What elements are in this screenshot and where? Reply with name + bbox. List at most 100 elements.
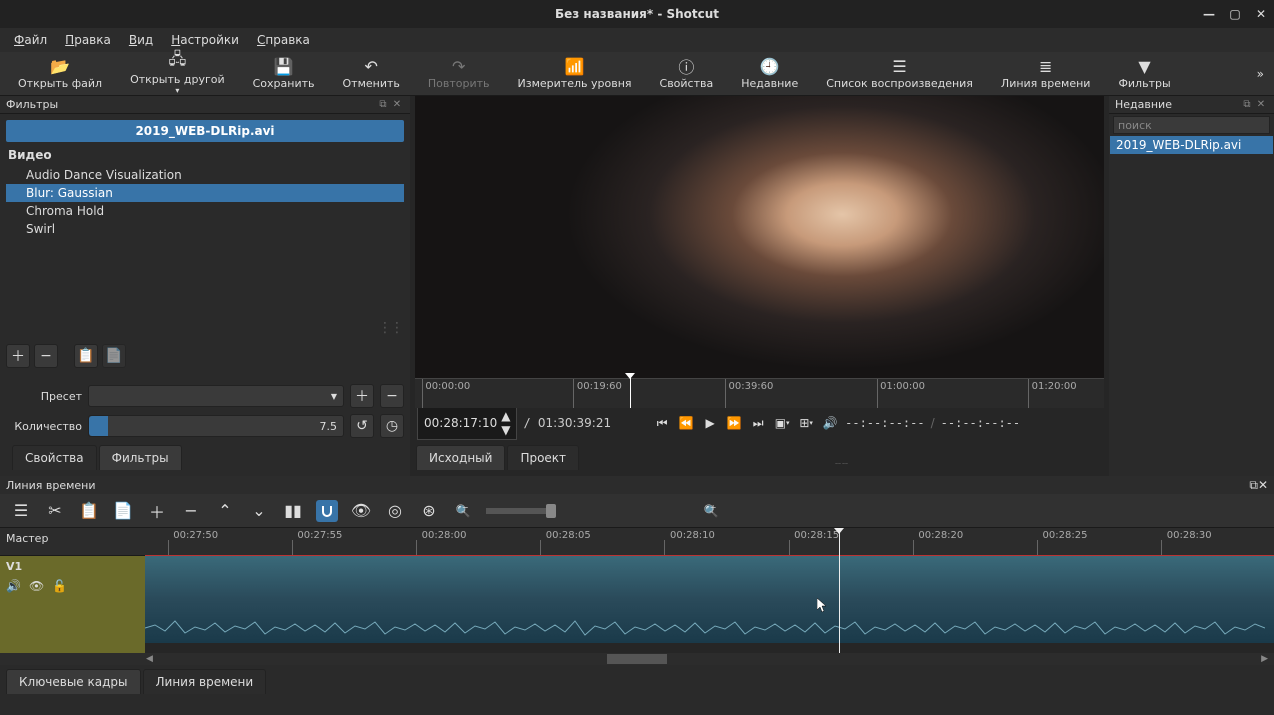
save-button[interactable]: 💾Сохранить [239,54,329,94]
scrub-button[interactable]: 👁 [350,500,372,522]
filter-item[interactable]: Audio Dance Visualization [6,166,404,184]
recent-search-input[interactable]: поиск [1113,116,1270,134]
menu-settings[interactable]: Настройки [163,30,247,50]
timeline-clip[interactable] [145,556,1274,643]
menu-view[interactable]: Вид [121,30,161,50]
timeline-tracks[interactable]: 00:27:50 00:27:55 00:28:00 00:28:05 00:2… [145,528,1274,653]
tab-keyframes[interactable]: Ключевые кадры [6,669,141,694]
amount-slider[interactable]: 7.5 [88,415,344,437]
timeline-scrollbar[interactable]: ◀ ▶ [0,653,1274,665]
drag-handle-icon[interactable]: ┄┄ [581,459,1103,470]
open-other-button[interactable]: 🖧Открыть другой▾ [116,54,239,94]
filters-panel-title: Фильтры [6,98,376,111]
master-track-header[interactable]: Мастер [0,528,145,556]
timeline-button[interactable]: ≣Линия времени [987,54,1105,94]
mute-icon[interactable]: 🔊 [6,579,21,593]
tab-properties[interactable]: Свойства [12,445,97,470]
ripple-all-button[interactable]: ⊛ [418,500,440,522]
save-preset-button[interactable]: ＋ [350,384,374,408]
remove-button[interactable]: − [180,500,202,522]
add-filter-button[interactable]: ＋ [6,344,30,368]
properties-button[interactable]: ⓘСвойства [646,54,728,94]
zoom-slider[interactable] [486,508,556,514]
undock-icon[interactable]: ⧉ [1240,98,1254,112]
delete-preset-button[interactable]: − [380,384,404,408]
close-button[interactable]: ✕ [1252,5,1270,23]
tc-down-icon[interactable]: ▼ [501,423,510,437]
tab-filters[interactable]: Фильтры [99,445,182,470]
maximize-button[interactable]: ▢ [1226,5,1244,23]
menu-help[interactable]: Справка [249,30,318,50]
track-header-v1[interactable]: V1 🔊 👁 🔓 [0,556,145,653]
scroll-left-icon[interactable]: ◀ [146,654,153,664]
reset-amount-button[interactable]: ↺ [350,414,374,438]
remove-filter-button[interactable]: − [34,344,58,368]
timeline-ruler[interactable]: 00:27:50 00:27:55 00:28:00 00:28:05 00:2… [145,528,1274,556]
menu-file[interactable]: Файл [6,30,55,50]
close-panel-icon[interactable]: ✕ [390,98,404,112]
zoom-handle[interactable] [546,504,556,518]
paste-filter-button[interactable]: 📄 [102,344,126,368]
scroll-right-icon[interactable]: ▶ [1261,654,1268,664]
undo-button[interactable]: ↶Отменить [329,54,414,94]
lock-icon[interactable]: 🔓 [52,579,67,593]
tc-up-icon[interactable]: ▲ [501,409,510,423]
current-timecode[interactable]: 00:28:17:10▲▼ [417,406,517,440]
snap-button[interactable] [316,500,338,522]
outpoint-display: --:--:--:-- [941,416,1020,430]
skip-start-button[interactable]: ⏮ [653,414,671,432]
paste-button[interactable]: 📄 [112,500,134,522]
zoom-in-button[interactable]: 🔍+ [700,500,722,522]
zoom-menu-button[interactable]: ▣▾ [773,414,791,432]
cut-button[interactable]: ✂ [44,500,66,522]
undock-icon[interactable]: ⧉ [1249,478,1258,493]
timeline-menu-button[interactable]: ☰ [10,500,32,522]
zoom-out-button[interactable]: 🔍− [452,500,474,522]
toolbar-overflow[interactable]: » [1251,67,1270,81]
volume-button[interactable]: 🔊 [821,414,839,432]
filter-item[interactable]: Blur: Gaussian [6,184,404,202]
close-panel-icon[interactable]: ✕ [1254,98,1268,112]
skip-end-button[interactable]: ⏭ [749,414,767,432]
open-file-button[interactable]: 📂Открыть файл [4,54,116,94]
playlist-button[interactable]: ☰Список воспроизведения [812,54,987,94]
undock-icon[interactable]: ⧉ [376,98,390,112]
recent-panel-header: Недавние ⧉ ✕ [1109,96,1274,114]
titlebar: Без названия* - Shotcut — ▢ ✕ [0,0,1274,28]
recent-item[interactable]: 2019_WEB-DLRip.avi [1110,136,1273,154]
filter-item[interactable]: Swirl [6,220,404,238]
filter-item[interactable]: Chroma Hold [6,202,404,220]
scroll-thumb[interactable] [607,654,667,664]
ripple-button[interactable]: ◎ [384,500,406,522]
copy-filter-button[interactable]: 📋 [74,344,98,368]
hide-icon[interactable]: 👁 [29,579,44,593]
timeline-playhead[interactable] [839,528,840,653]
grid-menu-button[interactable]: ⊞▾ [797,414,815,432]
tab-timeline-bottom[interactable]: Линия времени [143,669,267,694]
split-button[interactable]: ▮▮ [282,500,304,522]
keyframe-amount-button[interactable]: ◷ [380,414,404,438]
preview-monitor[interactable] [415,96,1104,378]
preset-combo[interactable]: ▼ [88,385,344,407]
overwrite-button[interactable]: ⌄ [248,500,270,522]
redo-button[interactable]: ↷Повторить [414,54,504,94]
append-button[interactable]: ＋ [146,500,168,522]
filter-category-video: Видео [6,144,404,166]
peak-meter-button[interactable]: 📶Измеритель уровня [504,54,646,94]
window-title: Без названия* - Shotcut [555,7,719,21]
filters-button[interactable]: ▼Фильтры [1104,54,1184,94]
preview-ruler[interactable]: 00:00:00 00:19:60 00:39:60 01:00:00 01:2… [415,378,1104,408]
minimize-button[interactable]: — [1200,5,1218,23]
play-button[interactable]: ▶ [701,414,719,432]
tab-source[interactable]: Исходный [416,445,505,470]
rewind-button[interactable]: ⏪ [677,414,695,432]
menu-edit[interactable]: Правка [57,30,119,50]
fast-forward-button[interactable]: ⏩ [725,414,743,432]
lift-button[interactable]: ⌃ [214,500,236,522]
recent-button[interactable]: 🕘Недавние [727,54,812,94]
tab-project[interactable]: Проект [507,445,579,470]
preview-playhead[interactable] [630,373,631,408]
copy-button[interactable]: 📋 [78,500,100,522]
close-panel-icon[interactable]: ✕ [1258,478,1268,492]
timeline-panel-title: Линия времени [6,479,1249,492]
